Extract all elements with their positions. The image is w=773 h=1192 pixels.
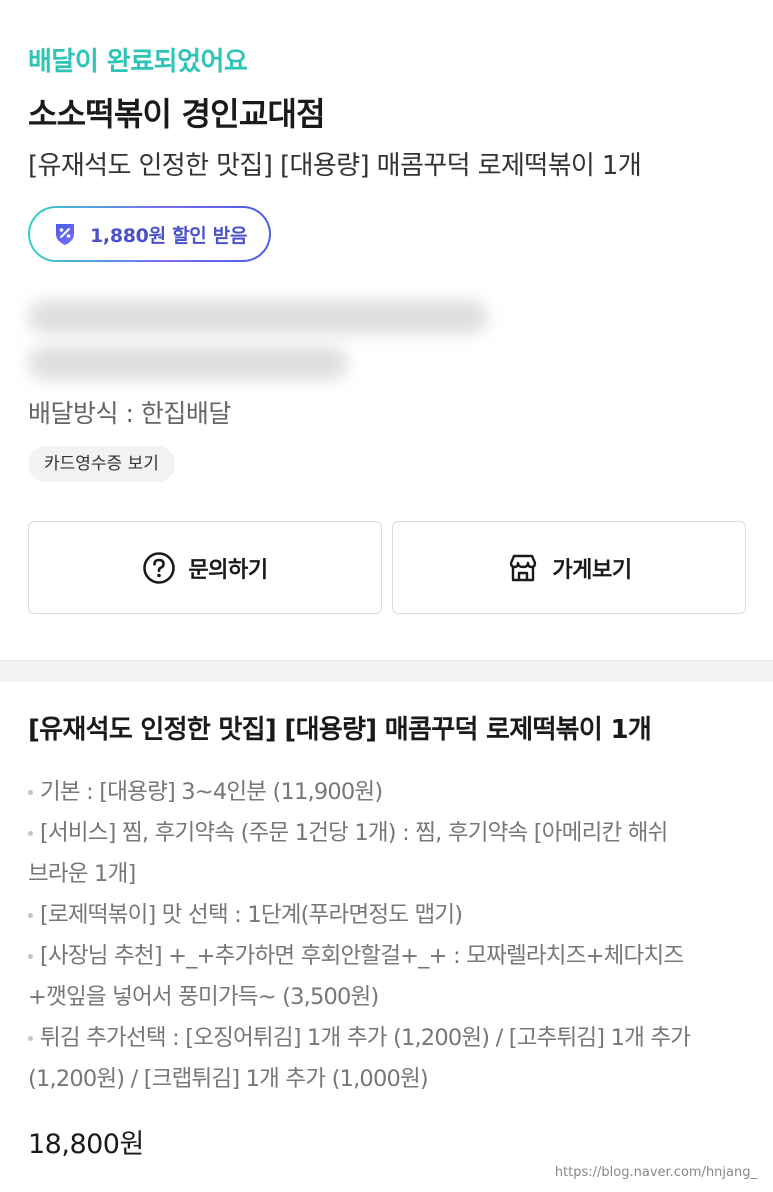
option-line: 기본 : [대용량] 3~4인분 (11,900원) <box>40 779 383 805</box>
inquiry-label: 문의하기 <box>188 557 268 583</box>
question-circle-icon <box>143 551 176 584</box>
discount-coupon-icon <box>56 224 74 245</box>
watermark: https://blog.naver.com/hnjang_ <box>554 1165 757 1180</box>
option-line: 튀김 추가선택 : [오징어튀김] 1개 추가 (1,200원) / [고추튀김… <box>40 1025 691 1051</box>
option-line: [로제떡볶이] 맛 선택 : 1단계(푸라면정도 맵기) <box>40 902 463 928</box>
discount-text: 1,880원 할인 받음 <box>90 224 248 247</box>
section-divider <box>0 660 773 682</box>
card-receipt-button[interactable]: 카드영수증 보기 <box>28 446 175 482</box>
option-item: [서비스] 찜, 후기약속 (주문 1건당 1개) : 찜, 후기약속 [아메리… <box>28 813 748 895</box>
order-detail-section: [유재석도 인정한 맛집] [대용량] 매콤꾸덕 로제떡볶이 1개 기본 : [… <box>28 712 748 1161</box>
discount-badge: 1,880원 할인 받음 <box>28 206 272 262</box>
view-store-button[interactable]: 가게보기 <box>392 521 746 614</box>
option-line-continued: +깻잎을 넣어서 풍미가득~ (3,500원) <box>28 984 379 1010</box>
option-line-continued: (1,200원) / [크랩튀김] 1개 추가 (1,000원) <box>28 1066 429 1092</box>
option-list: 기본 : [대용량] 3~4인분 (11,900원) [서비스] 찜, 후기약속… <box>28 772 748 1100</box>
storefront-icon <box>510 554 537 581</box>
option-item: 기본 : [대용량] 3~4인분 (11,900원) <box>28 772 748 813</box>
option-line-continued: 브라운 1개] <box>28 861 136 887</box>
action-buttons: 문의하기 가게보기 <box>28 521 746 614</box>
option-item: [사장님 추천] +_+추가하면 후회안할걸+_+ : 모짜렐라치즈+체다치즈 … <box>28 936 748 1018</box>
option-item: 튀김 추가선택 : [오징어튀김] 1개 추가 (1,200원) / [고추튀김… <box>28 1018 748 1100</box>
option-line: [사장님 추천] +_+추가하면 후회안할걸+_+ : 모짜렐라치즈+체다치즈 <box>40 943 684 969</box>
delivery-method: 배달방식 : 한집배달 <box>28 399 231 428</box>
menu-summary: [유재석도 인정한 맛집] [대용량] 매콤꾸덕 로제떡볶이 1개 <box>28 151 642 181</box>
detail-menu-title: [유재석도 인정한 맛집] [대용량] 매콤꾸덕 로제떡볶이 1개 <box>28 715 652 745</box>
option-line: [서비스] 찜, 후기약속 (주문 1건당 1개) : 찜, 후기약속 [아메리… <box>40 820 668 846</box>
order-total-price: 18,800원 <box>28 1129 144 1160</box>
option-item: [로제떡볶이] 맛 선택 : 1단계(푸라면정도 맵기) <box>28 895 748 936</box>
view-store-label: 가게보기 <box>552 557 632 583</box>
redacted-info <box>28 290 745 390</box>
inquiry-button[interactable]: 문의하기 <box>28 521 382 614</box>
store-name: 소소떡볶이 경인교대점 <box>28 95 326 133</box>
delivery-status: 배달이 완료되었어요 <box>28 47 248 77</box>
